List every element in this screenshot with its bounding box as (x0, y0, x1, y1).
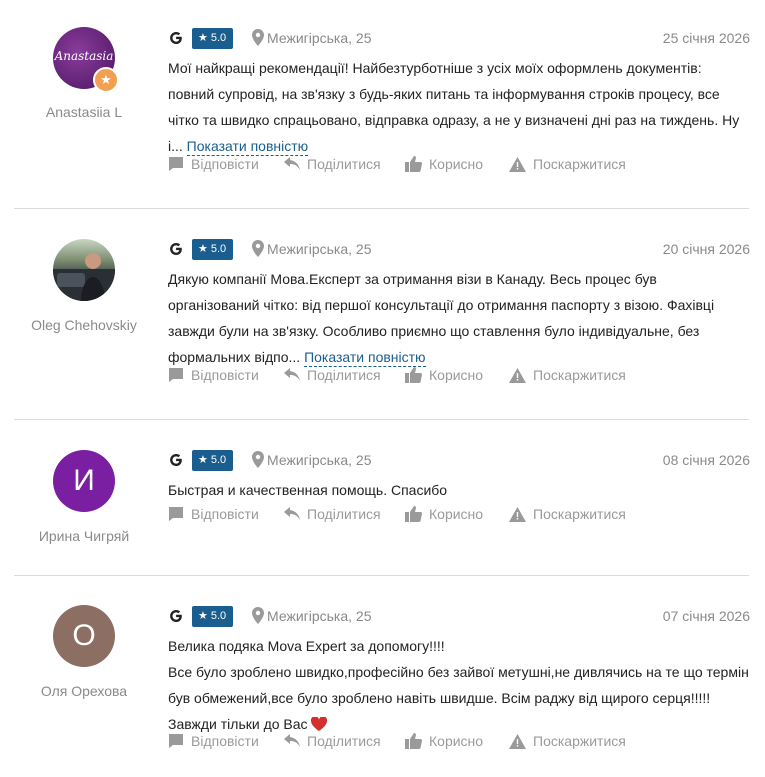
report-button[interactable]: Поскаржитися (509, 733, 626, 749)
useful-button[interactable]: Корисно (405, 156, 483, 172)
comment-icon (169, 734, 183, 748)
thumbs-up-icon (405, 367, 422, 383)
report-button[interactable]: Поскаржитися (509, 506, 626, 522)
review-text: Дякую компанії Мова.Експерт за отримання… (168, 271, 715, 367)
local-guide-star-icon: ★ (93, 67, 119, 93)
review-actions: Відповісти Поділитися Корисно Поскаржити… (168, 156, 765, 176)
location: Межигірська, 25 (252, 239, 372, 260)
rating-badge: ★ 5.0 (192, 450, 234, 471)
share-icon (284, 157, 300, 170)
google-icon (170, 454, 182, 466)
google-icon (170, 610, 182, 622)
star-icon: ★ (198, 32, 208, 44)
review-date: 08 січня 2026 (662, 452, 750, 468)
divider (14, 575, 749, 576)
useful-button[interactable]: Корисно (405, 367, 483, 383)
avatar-letter: О (72, 619, 96, 652)
warning-icon (509, 367, 526, 383)
google-icon (170, 32, 182, 44)
review-actions: Відповісти Поділитися Корисно Поскаржити… (168, 367, 765, 387)
star-icon: ★ (198, 454, 208, 466)
thumbs-up-icon (405, 156, 422, 172)
star-icon: ★ (198, 243, 208, 255)
warning-icon (509, 506, 526, 522)
location: Межигірська, 25 (252, 450, 372, 471)
rating-badge: ★ 5.0 (192, 28, 234, 49)
thumbs-up-icon (405, 506, 422, 522)
show-more-link[interactable]: Показати повністю (304, 349, 426, 367)
location-pin-icon (252, 29, 264, 46)
review-text: Мої найкращі рекомендації! Найбезтурботн… (168, 60, 740, 156)
location: Межигірська, 25 (252, 28, 372, 49)
avatar[interactable]: О (53, 605, 115, 667)
thumbs-up-icon (405, 733, 422, 749)
comment-icon (169, 157, 183, 171)
avatar-text: Anastasia (54, 49, 114, 63)
review-actions: Відповісти Поділитися Корисно Поскаржити… (168, 506, 765, 526)
avatar[interactable]: И (53, 450, 115, 512)
review-date: 20 січня 2026 (662, 241, 750, 257)
warning-icon (509, 156, 526, 172)
heart-icon (311, 716, 328, 731)
avatar-letter: И (73, 464, 95, 497)
google-icon (170, 243, 182, 255)
review-date: 25 січня 2026 (662, 30, 750, 46)
author-name[interactable]: Anastasiia L (14, 104, 154, 120)
rating-badge: ★ 5.0 (192, 606, 234, 627)
reply-button[interactable]: Відповісти (168, 156, 259, 172)
location-pin-icon (252, 607, 264, 624)
location-pin-icon (252, 451, 264, 468)
useful-button[interactable]: Корисно (405, 733, 483, 749)
reply-button[interactable]: Відповісти (168, 733, 259, 749)
rating-badge: ★ 5.0 (192, 239, 234, 260)
report-button[interactable]: Поскаржитися (509, 156, 626, 172)
author-name[interactable]: Ирина Чигряй (14, 528, 154, 544)
share-button[interactable]: Поділитися (284, 506, 381, 522)
divider (14, 208, 749, 209)
review-text-line: Велика подяка Mova Expert за допомогу!!!… (168, 638, 445, 654)
share-icon (284, 507, 300, 520)
review-text: Быстрая и качественная помощь. Спасибо (168, 482, 448, 498)
star-icon: ★ (198, 610, 208, 622)
share-icon (284, 368, 300, 381)
location: Межигірська, 25 (252, 606, 372, 627)
review-text: Велика подяка Mova Expert за допомогу!!!… (168, 633, 750, 737)
avatar[interactable] (53, 239, 115, 301)
useful-button[interactable]: Корисно (405, 506, 483, 522)
avatar[interactable]: Anastasia ★ (53, 27, 119, 93)
share-button[interactable]: Поділитися (284, 367, 381, 383)
share-button[interactable]: Поділитися (284, 733, 381, 749)
location-pin-icon (252, 240, 264, 257)
review-date: 07 січня 2026 (662, 608, 750, 624)
review-text-line: Все було зроблено швидко,професійно без … (168, 664, 749, 706)
divider (14, 419, 749, 420)
comment-icon (169, 368, 183, 382)
show-more-link[interactable]: Показати повністю (186, 138, 309, 156)
reply-button[interactable]: Відповісти (168, 367, 259, 383)
avatar-photo (53, 253, 115, 301)
review-actions: Відповісти Поділитися Корисно Поскаржити… (168, 733, 765, 753)
author-name[interactable]: Oleg Chehovskiy (14, 317, 154, 333)
share-button[interactable]: Поділитися (284, 156, 381, 172)
comment-icon (169, 507, 183, 521)
share-icon (284, 734, 300, 747)
reply-button[interactable]: Відповісти (168, 506, 259, 522)
report-button[interactable]: Поскаржитися (509, 367, 626, 383)
author-name[interactable]: Оля Орехова (14, 683, 154, 699)
warning-icon (509, 733, 526, 749)
